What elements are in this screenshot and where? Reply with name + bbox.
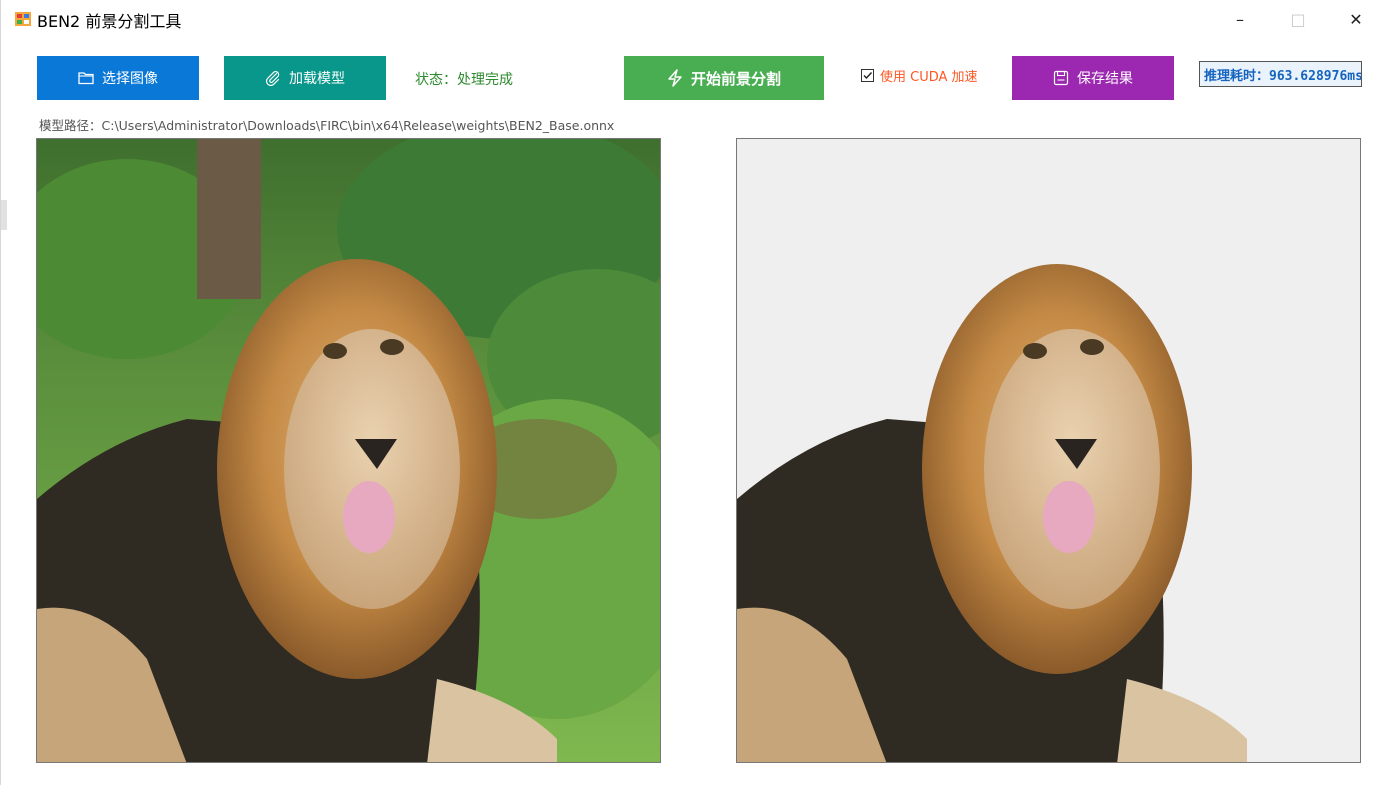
source-lion-image bbox=[37, 139, 660, 762]
folder-icon bbox=[78, 72, 94, 85]
window-edge bbox=[1, 200, 7, 230]
start-segmentation-label: 开始前景分割 bbox=[690, 69, 781, 88]
save-result-label: 保存结果 bbox=[1077, 71, 1133, 87]
paperclip-icon bbox=[265, 71, 280, 86]
cuda-checkbox[interactable] bbox=[861, 69, 874, 82]
cuda-label: 使用 CUDA 加速 bbox=[880, 70, 978, 85]
result-lion-image bbox=[737, 139, 1360, 762]
load-model-label: 加载模型 bbox=[289, 71, 345, 87]
checkmark-icon bbox=[863, 72, 873, 80]
model-path-label: 模型路径：C:\Users\Administrator\Downloads\FI… bbox=[39, 118, 615, 133]
maximize-icon: □ bbox=[1290, 9, 1306, 29]
minimize-icon: – bbox=[1236, 9, 1244, 29]
close-icon: ✕ bbox=[1349, 9, 1363, 29]
load-model-button[interactable]: 加载模型 bbox=[224, 56, 386, 100]
select-image-button[interactable]: 选择图像 bbox=[37, 56, 199, 100]
save-icon bbox=[1053, 70, 1069, 86]
window-title: BEN2 前景分割工具 bbox=[37, 12, 182, 31]
app-window: BEN2 前景分割工具 – □ ✕ 选择图像 加载模型 状态：处理完成 开始前景… bbox=[0, 0, 1385, 785]
result-image-panel[interactable] bbox=[736, 138, 1361, 763]
start-segmentation-button[interactable]: 开始前景分割 bbox=[624, 56, 824, 100]
status-text: 状态：处理完成 bbox=[415, 72, 513, 88]
app-icon bbox=[15, 12, 31, 26]
source-image-panel[interactable] bbox=[36, 138, 661, 763]
maximize-button[interactable]: □ bbox=[1275, 0, 1321, 38]
minimize-button[interactable]: – bbox=[1217, 0, 1263, 38]
select-image-label: 选择图像 bbox=[102, 71, 158, 87]
title-bar: BEN2 前景分割工具 – □ ✕ bbox=[1, 0, 1385, 38]
cuda-checkbox-row[interactable]: 使用 CUDA 加速 bbox=[861, 66, 978, 85]
inference-time-box: 推理耗时：963.628976ms bbox=[1199, 61, 1362, 87]
save-result-button[interactable]: 保存结果 bbox=[1012, 56, 1174, 100]
lightning-icon bbox=[668, 69, 682, 87]
close-button[interactable]: ✕ bbox=[1333, 0, 1379, 38]
inference-time-text: 推理耗时：963.628976ms bbox=[1204, 68, 1362, 84]
